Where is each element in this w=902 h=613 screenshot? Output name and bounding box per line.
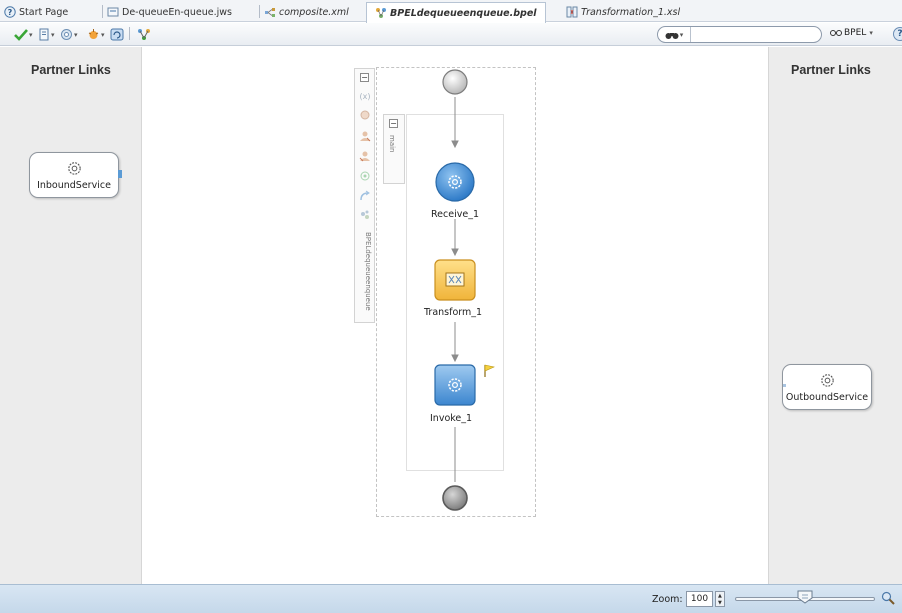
zoom-label: Zoom: bbox=[652, 594, 683, 605]
event-handler-icon[interactable] bbox=[359, 190, 371, 202]
binoculars-icon[interactable]: ▾ bbox=[658, 27, 691, 42]
tab-label: Transformation_1.xsl bbox=[581, 6, 681, 18]
bpel-menu-button[interactable]: BPEL ▾ bbox=[830, 28, 873, 38]
debug-button[interactable]: ▾ bbox=[87, 27, 105, 42]
compensation-icon[interactable] bbox=[359, 209, 371, 221]
partner-links-left-panel: Partner Links InboundService bbox=[0, 47, 142, 584]
service-gear-icon bbox=[68, 162, 81, 175]
bpel-design-canvas[interactable]: − (x) BPELdequeueenqueue − main Receive_… bbox=[143, 47, 768, 584]
start-node[interactable] bbox=[441, 68, 469, 96]
toolbar-separator bbox=[129, 27, 130, 40]
project-icon bbox=[107, 7, 119, 17]
correlation-icon[interactable] bbox=[359, 109, 371, 121]
collapse-process-button[interactable]: − bbox=[360, 73, 369, 82]
main-sequence-tab: − main bbox=[383, 114, 405, 184]
help-icon[interactable]: ? bbox=[893, 27, 902, 41]
tab-label: Start Page bbox=[19, 6, 69, 18]
zoom-slider-thumb[interactable] bbox=[797, 590, 813, 604]
service-label: OutboundService bbox=[785, 392, 869, 403]
svg-text:?: ? bbox=[8, 8, 13, 17]
variables-icon[interactable]: (x) bbox=[359, 90, 371, 102]
tab-bpel-active[interactable]: BPELdequeueenqueue.bpel bbox=[366, 2, 546, 23]
refresh-button[interactable] bbox=[110, 27, 124, 42]
wire-connector[interactable] bbox=[783, 384, 786, 387]
inbound-service-partner-link[interactable]: InboundService bbox=[29, 152, 119, 198]
process-tool-strip: − (x) BPELdequeueenqueue bbox=[354, 68, 375, 323]
transform-activity[interactable] bbox=[434, 259, 476, 301]
deploy-icon bbox=[138, 29, 150, 40]
svg-text:(x): (x) bbox=[360, 92, 371, 101]
transform-icon bbox=[445, 272, 465, 287]
activity-label: Transform_1 bbox=[424, 307, 483, 318]
zoom-input[interactable]: 100 bbox=[686, 591, 713, 607]
wire-connector[interactable] bbox=[118, 170, 122, 178]
partner-role-icon[interactable] bbox=[359, 130, 371, 142]
xsl-map-icon bbox=[566, 6, 578, 18]
bookmark-icon bbox=[39, 28, 49, 41]
service-gear-icon bbox=[821, 374, 834, 387]
zoom-spinner[interactable]: ▲ ▼ bbox=[715, 591, 725, 607]
tab-project[interactable]: De-queueEn-queue.jws bbox=[107, 3, 232, 21]
fault-handler-icon[interactable] bbox=[359, 170, 371, 182]
service-label: InboundService bbox=[37, 180, 111, 191]
zoom-magnifier-icon[interactable] bbox=[881, 591, 895, 605]
end-node[interactable] bbox=[441, 484, 469, 512]
tab-start-page[interactable]: ? Start Page bbox=[4, 3, 68, 21]
search-input[interactable] bbox=[694, 28, 814, 41]
search-box[interactable]: ▾ bbox=[657, 26, 822, 43]
editor-toolbar: ▾ ▾ ▾ ▾ ▾ BPEL ▾ ? bbox=[0, 23, 902, 46]
tab-transformation[interactable]: Transformation_1.xsl bbox=[566, 3, 680, 21]
tab-label: De-queueEn-queue.jws bbox=[122, 6, 232, 18]
invoke-activity[interactable] bbox=[434, 364, 476, 406]
outbound-service-partner-link[interactable]: OutboundService bbox=[782, 364, 872, 410]
sequence-label: main bbox=[388, 135, 396, 153]
bpel-menu-label: BPEL bbox=[844, 28, 867, 38]
refresh-icon bbox=[110, 28, 124, 41]
yellow-flag-icon bbox=[484, 364, 495, 377]
tab-label: composite.xml bbox=[279, 6, 349, 18]
validate-button[interactable]: ▾ bbox=[14, 27, 33, 42]
glasses-icon bbox=[830, 30, 842, 36]
deploy-button[interactable] bbox=[137, 27, 151, 42]
activity-label: Receive_1 bbox=[431, 209, 479, 220]
tab-label: BPELdequeueenqueue.bpel bbox=[390, 7, 537, 19]
panel-title: Partner Links bbox=[31, 63, 111, 77]
partner-role-alt-icon[interactable] bbox=[359, 150, 371, 162]
composite-icon bbox=[265, 8, 275, 17]
panel-title: Partner Links bbox=[791, 63, 871, 77]
settings-icon bbox=[61, 29, 72, 40]
help-circle-icon: ? bbox=[4, 6, 16, 18]
validate-check-icon bbox=[14, 29, 28, 41]
bpel-icon bbox=[376, 8, 386, 18]
tab-separator bbox=[102, 5, 103, 18]
bookmark-button[interactable]: ▾ bbox=[38, 27, 55, 42]
debug-icon bbox=[88, 29, 99, 39]
process-name-label: BPELdequeueenqueue bbox=[364, 232, 372, 311]
tab-separator bbox=[259, 5, 260, 18]
receive-activity[interactable] bbox=[434, 161, 476, 203]
status-bar: Zoom: 100 ▲ ▼ bbox=[0, 584, 902, 613]
settings-button[interactable]: ▾ bbox=[60, 27, 78, 42]
editor-tab-strip: ? Start Page De-queueEn-queue.jws compos… bbox=[0, 0, 902, 23]
collapse-sequence-button[interactable]: − bbox=[389, 119, 398, 128]
tab-composite[interactable]: composite.xml bbox=[264, 3, 349, 21]
activity-label: Invoke_1 bbox=[430, 413, 473, 424]
partner-links-right-panel: Partner Links OutboundService bbox=[768, 47, 902, 584]
